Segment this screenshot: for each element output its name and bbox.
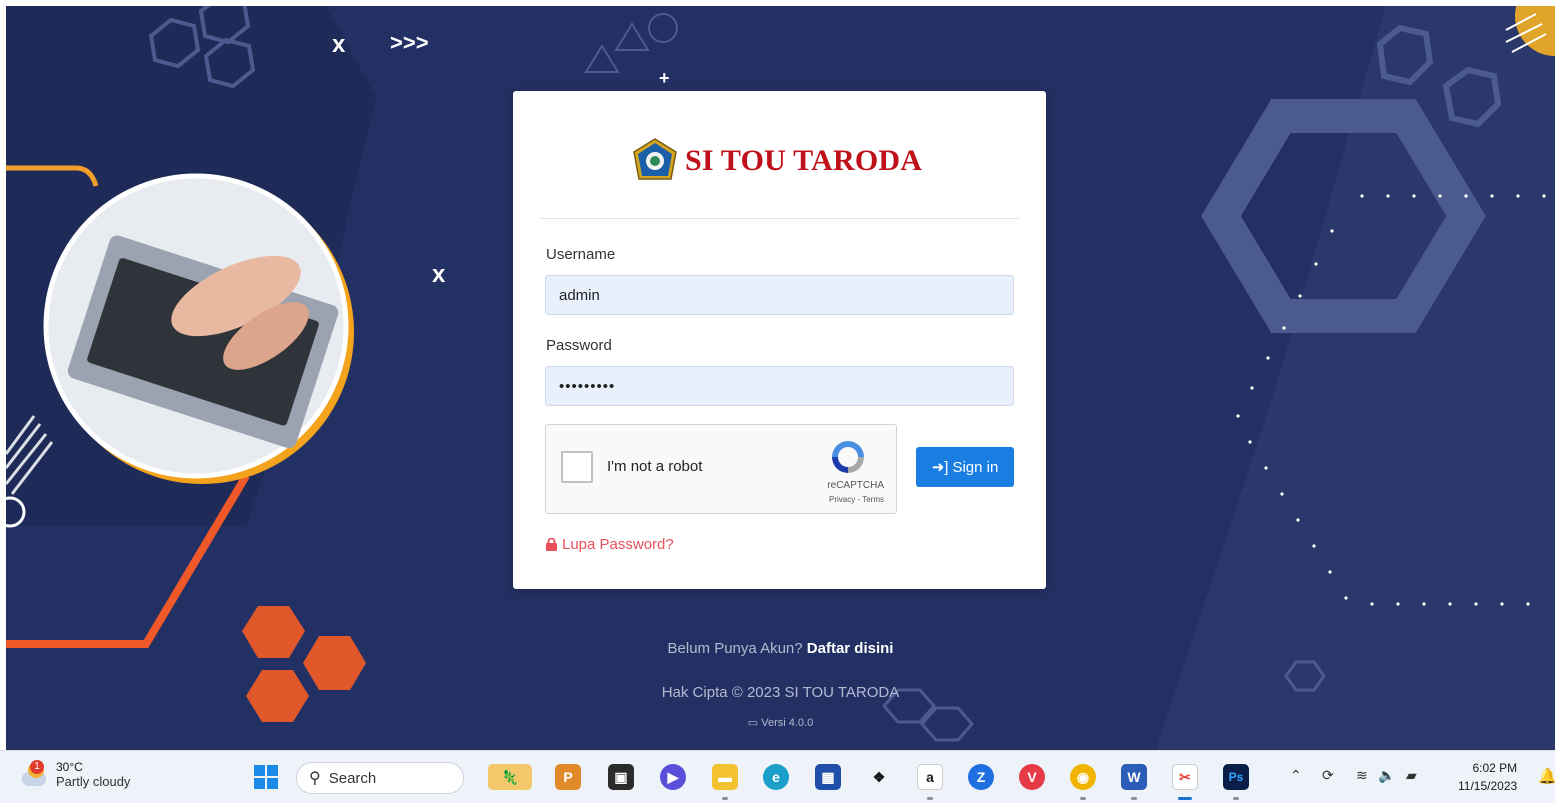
volume-icon[interactable]: 🔈 — [1378, 767, 1395, 784]
forgot-password-link[interactable]: Lupa Password? — [546, 536, 674, 553]
amazon-icon[interactable]: a — [917, 764, 943, 790]
vivaldi-browser-icon[interactable]: V — [1019, 764, 1045, 790]
taskbar: 1 30°C Partly cloudy ⚲ Search 🦎 P ▣ ▶ ▬ … — [0, 750, 1555, 803]
recaptcha-privacy-terms[interactable]: Privacy - Terms — [829, 495, 884, 504]
username-label: Username — [546, 246, 616, 263]
version-line: ▭ Versi 4.0.0 — [6, 716, 1555, 729]
register-prompt: Belum Punya Akun? Daftar disini — [6, 640, 1555, 657]
sign-in-icon: ➜] — [931, 459, 949, 476]
svg-text:x: x — [432, 261, 446, 288]
recaptcha-label: I'm not a robot — [607, 458, 703, 475]
running-indicator — [1233, 797, 1239, 800]
recaptcha-brand: reCAPTCHA — [827, 480, 884, 491]
recaptcha-checkbox[interactable] — [561, 451, 593, 483]
app-logo-text: SI TOU TARODA — [685, 144, 923, 177]
sync-icon[interactable]: ⟳ — [1322, 767, 1334, 784]
edge-browser-icon[interactable]: e — [763, 764, 789, 790]
zoom-app-icon[interactable]: Z — [968, 764, 994, 790]
clock-time: 6:02 PM — [1472, 761, 1518, 775]
version-icon: ▭ — [747, 717, 762, 729]
task-view-icon[interactable]: ▣ — [608, 764, 634, 790]
search-icon: ⚲ — [309, 770, 321, 787]
word-app-icon[interactable]: W — [1121, 764, 1147, 790]
file-explorer-icon[interactable]: ▬ — [712, 764, 738, 790]
wifi-icon[interactable]: ≋ — [1356, 767, 1368, 784]
running-indicator — [927, 797, 933, 800]
recaptcha-logo-icon — [832, 441, 864, 473]
widget-game-icon[interactable]: 🦎 — [488, 764, 532, 790]
username-field[interactable] — [545, 275, 1014, 315]
sign-in-label: Sign in — [952, 458, 999, 476]
microsoft-store-icon[interactable]: ▦ — [815, 764, 841, 790]
battery-icon[interactable]: ▰ — [1406, 767, 1417, 784]
copilot-pre-icon[interactable]: P — [555, 764, 581, 790]
password-label: Password — [546, 337, 612, 354]
register-question: Belum Punya Akun? — [667, 640, 803, 657]
windows-start-icon[interactable] — [254, 765, 278, 789]
notification-bell-icon[interactable]: 🔔 — [1538, 767, 1555, 785]
card-divider — [540, 218, 1019, 219]
version-text: Versi 4.0.0 — [761, 717, 814, 729]
tray-overflow-chevron-icon[interactable]: ⌃ — [1290, 767, 1302, 784]
weather-badge: 1 — [30, 760, 44, 774]
photoshop-app-icon[interactable]: Ps — [1223, 764, 1249, 790]
copyright-text: Hak Cipta © 2023 SI TOU TARODA — [661, 684, 900, 701]
dropbox-icon[interactable]: ❖ — [866, 764, 892, 790]
taskbar-search[interactable]: ⚲ Search — [296, 762, 464, 794]
app-logo: SI TOU TARODA — [631, 136, 922, 186]
login-page: x x >>> + SI TOU TARODA Username Passwor… — [6, 6, 1555, 750]
sign-in-button[interactable]: ➜] Sign in — [916, 447, 1014, 487]
teams-chat-icon[interactable]: ▶ — [660, 764, 686, 790]
clock-date: 11/15/2023 — [1458, 779, 1518, 793]
svg-text:x: x — [332, 31, 346, 58]
running-indicator — [1080, 797, 1086, 800]
forgot-password-label: Lupa Password? — [562, 536, 674, 553]
weather-widget[interactable]: 1 30°C Partly cloudy — [20, 760, 130, 789]
system-clock[interactable]: 6:02 PM 11/15/2023 — [1458, 759, 1517, 795]
regency-emblem-icon — [633, 138, 677, 180]
weather-icon: 1 — [20, 760, 48, 788]
recaptcha-widget: I'm not a robot reCAPTCHA Privacy - Term… — [545, 424, 897, 514]
lock-icon — [546, 538, 557, 551]
register-link[interactable]: Daftar disini — [807, 640, 894, 657]
snipping-tool-icon[interactable]: ✂ — [1172, 764, 1198, 790]
active-indicator — [1178, 797, 1192, 800]
search-label: Search — [328, 769, 377, 787]
login-card: SI TOU TARODA Username Password I'm not … — [513, 91, 1046, 589]
weather-condition: Partly cloudy — [56, 774, 131, 789]
svg-text:>>>: >>> — [390, 30, 429, 55]
svg-text:+: + — [659, 68, 670, 88]
running-indicator — [722, 797, 728, 800]
running-indicator — [1131, 797, 1137, 800]
chrome-browser-icon[interactable]: ◉ — [1070, 764, 1096, 790]
password-field[interactable] — [545, 366, 1014, 406]
weather-temp: 30°C — [56, 760, 83, 774]
